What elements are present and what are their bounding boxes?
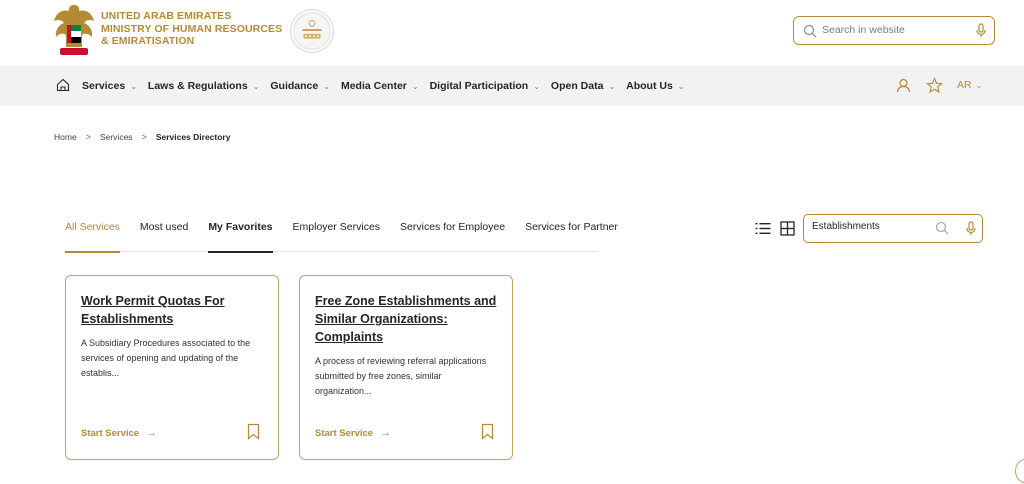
service-card: Work Permit Quotas For Establishments A … bbox=[65, 275, 279, 460]
arrow-right-icon: → bbox=[380, 427, 392, 439]
service-card-description: A process of reviewing referral applicat… bbox=[315, 356, 487, 396]
nav-item-media-center[interactable]: Media Center ⌄ bbox=[341, 80, 419, 92]
start-service-link[interactable]: Start Service → bbox=[81, 427, 157, 439]
tab-all-services[interactable]: All Services bbox=[65, 219, 120, 253]
grid-view-icon[interactable] bbox=[780, 221, 795, 236]
bookmark-icon[interactable] bbox=[247, 423, 260, 440]
tab-services-for-partner[interactable]: Services for Partner bbox=[525, 219, 618, 252]
services-search-input[interactable] bbox=[812, 221, 922, 232]
nav-item-guidance[interactable]: Guidance ⌄ bbox=[270, 80, 330, 92]
chevron-down-icon: ⌄ bbox=[533, 81, 540, 91]
chevron-down-icon: ⌄ bbox=[323, 81, 330, 91]
nav-item-label: About Us bbox=[626, 80, 673, 92]
bookmark-icon[interactable] bbox=[481, 423, 494, 440]
floating-accessibility-button[interactable] bbox=[1015, 458, 1024, 484]
tab-most-used[interactable]: Most used bbox=[140, 219, 188, 252]
chevron-down-icon: ⌄ bbox=[411, 81, 419, 91]
ministry-line-3: & EMIRATISATION bbox=[101, 35, 195, 47]
service-card-description: A Subsidiary Procedures associated to th… bbox=[81, 338, 251, 378]
nav-item-open-data[interactable]: Open Data ⌄ bbox=[551, 80, 615, 92]
start-service-label: Start Service bbox=[81, 427, 140, 439]
award-badge-icon bbox=[290, 9, 334, 53]
language-switch[interactable]: AR ⌄ bbox=[957, 79, 982, 91]
ministry-line-2: MINISTRY OF HUMAN RESOURCES bbox=[101, 22, 283, 35]
breadcrumb-home[interactable]: Home bbox=[54, 132, 77, 142]
nav-item-about-us[interactable]: About Us ⌄ bbox=[626, 80, 684, 92]
start-service-label: Start Service bbox=[315, 427, 374, 439]
nav-item-laws-regulations[interactable]: Laws & Regulations ⌄ bbox=[148, 80, 259, 92]
search-icon[interactable] bbox=[803, 24, 817, 38]
nav-item-label: Services bbox=[82, 80, 126, 92]
chevron-right-icon: > bbox=[85, 132, 91, 142]
service-card: Free Zone Establishments and Similar Org… bbox=[299, 275, 513, 460]
language-label: AR bbox=[957, 79, 972, 91]
search-icon[interactable] bbox=[935, 221, 949, 235]
home-icon[interactable] bbox=[56, 78, 70, 92]
main-navigation: Services ⌄ Laws & Regulations ⌄ Guidance ⌄ … bbox=[0, 66, 1024, 106]
site-search-box[interactable]: Search in website bbox=[793, 16, 995, 45]
service-card-title[interactable]: Work Permit Quotas For Establishments bbox=[81, 292, 266, 328]
nav-item-label: Digital Participation bbox=[429, 80, 529, 92]
chevron-down-icon: ⌄ bbox=[130, 81, 137, 91]
tab-services-for-employee[interactable]: Services for Employee bbox=[400, 219, 505, 252]
tab-employer-services[interactable]: Employer Services bbox=[293, 219, 381, 252]
arrow-right-icon: → bbox=[146, 427, 158, 439]
nav-item-label: Guidance bbox=[270, 80, 319, 92]
uae-emblem-icon[interactable] bbox=[52, 3, 96, 59]
services-search-box[interactable] bbox=[803, 214, 983, 243]
nav-item-digital-participation[interactable]: Digital Participation ⌄ bbox=[430, 80, 540, 92]
nav-item-label: Laws & Regulations bbox=[147, 80, 248, 92]
site-header: UNITED ARAB EMIRATES MINISTRY OF HUMAN R… bbox=[0, 0, 1024, 66]
ministry-name[interactable]: UNITED ARAB EMIRATES MINISTRY OF HUMAN R… bbox=[101, 10, 282, 48]
breadcrumb-services[interactable]: Services bbox=[100, 132, 133, 142]
service-card-title[interactable]: Free Zone Establishments and Similar Org… bbox=[315, 292, 500, 346]
start-service-link[interactable]: Start Service → bbox=[315, 427, 391, 439]
star-icon[interactable] bbox=[926, 77, 943, 94]
chevron-down-icon: ⌄ bbox=[677, 81, 685, 91]
nav-item-services[interactable]: Services ⌄ bbox=[82, 80, 137, 92]
nav-item-label: Media Center bbox=[340, 80, 407, 92]
user-icon[interactable] bbox=[896, 78, 911, 93]
chevron-down-icon: ⌄ bbox=[252, 81, 260, 91]
site-search-placeholder[interactable]: Search in website bbox=[822, 24, 905, 36]
breadcrumb-current: Services Directory bbox=[155, 132, 231, 142]
ministry-line-1: UNITED ARAB EMIRATES bbox=[101, 10, 232, 22]
tab-my-favorites[interactable]: My Favorites bbox=[208, 219, 273, 253]
microphone-icon[interactable] bbox=[975, 23, 987, 39]
chevron-right-icon: > bbox=[141, 132, 147, 142]
chevron-down-icon: ⌄ bbox=[975, 81, 983, 90]
nav-item-label: Open Data bbox=[550, 80, 604, 92]
chevron-down-icon: ⌄ bbox=[608, 81, 616, 91]
list-view-icon[interactable] bbox=[755, 221, 771, 236]
microphone-icon[interactable] bbox=[965, 221, 977, 237]
breadcrumb: Home > Services > Services Directory bbox=[54, 132, 230, 142]
service-tabs: All Services Most used My Favorites Empl… bbox=[65, 219, 618, 253]
